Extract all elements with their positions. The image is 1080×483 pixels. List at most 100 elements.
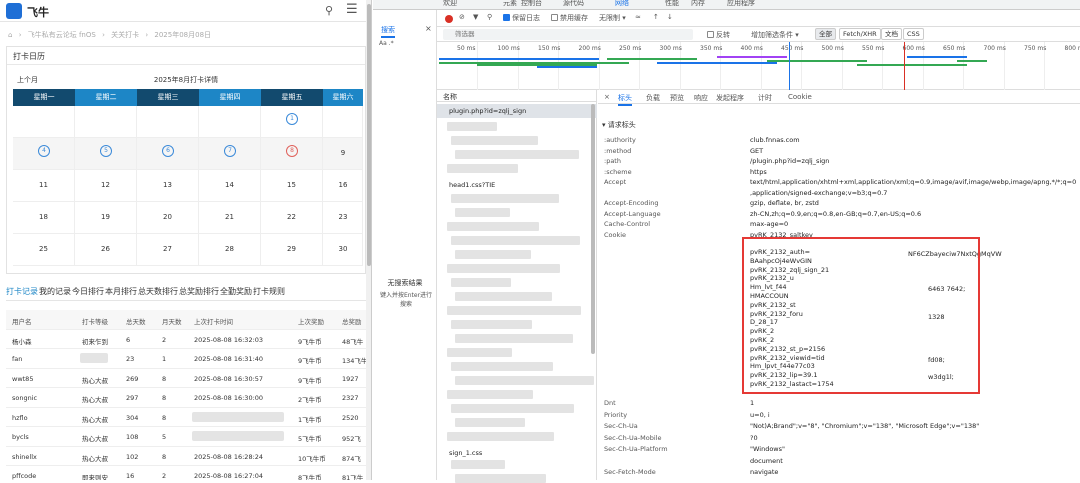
devtools-tab[interactable]: 元素 (503, 0, 517, 8)
request-row[interactable]: plugin.php?id=zqlj_sign (437, 104, 597, 118)
search-icon[interactable]: ⚲ (487, 13, 492, 21)
column-header[interactable]: 打卡等级 (82, 316, 108, 326)
calendar-day-cell[interactable]: 16 (323, 170, 363, 202)
column-header[interactable]: 月天数 (162, 316, 182, 326)
menu-icon[interactable]: ☰ (346, 2, 358, 17)
calendar-day-cell[interactable]: 18 (13, 202, 75, 234)
upload-icon[interactable]: ↑ (653, 13, 659, 21)
column-header[interactable]: 上次奖励 (298, 316, 324, 326)
calendar-day-cell[interactable]: 4 (13, 138, 75, 170)
devtools-tab[interactable]: 源代码 (563, 0, 584, 8)
calendar-day-cell[interactable]: 20 (137, 202, 199, 234)
filter-all[interactable]: 全部 (815, 28, 836, 40)
record-tab[interactable]: 总天数排行 (138, 287, 178, 296)
table-row[interactable]: fan2312025-08-08 16:31:409飞牛币134飞牛 (6, 349, 372, 369)
calendar-day-cell[interactable]: 23 (323, 202, 363, 234)
calendar-day-cell[interactable]: 15 (261, 170, 323, 202)
breadcrumb-item[interactable]: 2025年08月08日 (154, 31, 211, 39)
search-options[interactable]: Aa .* (379, 40, 394, 47)
table-row[interactable]: bycls热心大叔10855飞牛币952飞 (6, 427, 372, 447)
column-header[interactable]: 上次打卡时间 (194, 316, 233, 326)
devtools-tab[interactable]: 欢迎 (443, 0, 457, 8)
record-tab[interactable]: 打卡规则 (253, 287, 285, 296)
calendar-day-cell[interactable]: 22 (261, 202, 323, 234)
filter-icon[interactable]: ▼ (473, 13, 478, 21)
name-column-header[interactable]: 名称 (437, 90, 597, 102)
calendar-day-cell[interactable] (137, 106, 199, 138)
calendar-day-cell[interactable]: 21 (199, 202, 261, 234)
filter-fetch-xhr[interactable]: Fetch/XHR (839, 28, 881, 40)
devtools-tab[interactable]: 网络 (615, 0, 629, 8)
calendar-day-cell[interactable]: 9 (323, 138, 363, 170)
fnos-logo-icon[interactable] (6, 3, 22, 19)
calendar-day-cell[interactable]: 6 (137, 138, 199, 170)
record-tab[interactable]: 本月排行 (105, 287, 137, 296)
prev-month-link[interactable]: 上个月 (17, 75, 38, 85)
devtools-tab[interactable]: 控制台 (521, 0, 542, 8)
devtools-tab[interactable]: 性能 (665, 0, 679, 8)
checkbox-icon[interactable] (551, 14, 558, 21)
request-row[interactable]: sign_1.css (437, 446, 597, 460)
calendar-day-cell[interactable]: 26 (75, 234, 137, 266)
record-icon[interactable] (445, 15, 453, 23)
calendar-day-cell[interactable]: 27 (137, 234, 199, 266)
devtools-tab[interactable]: 应用程序 (727, 0, 755, 8)
clear-icon[interactable]: ⊘ (459, 13, 465, 21)
breadcrumb-item[interactable]: 飞牛私有云论坛 fnOS (28, 31, 96, 39)
column-header[interactable]: 总天数 (126, 316, 146, 326)
home-icon[interactable]: ⌂ (8, 31, 12, 39)
search-icon[interactable]: ⚲ (325, 4, 333, 17)
calendar-day-cell[interactable]: 8 (261, 138, 323, 170)
calendar-day-cell[interactable] (75, 106, 137, 138)
record-tab[interactable]: 今日排行 (72, 287, 104, 296)
request-row[interactable]: head1.css?TIE (437, 178, 597, 192)
calendar-day-cell[interactable] (323, 106, 363, 138)
filter-input[interactable]: 筛选器 (443, 29, 693, 40)
scrollbar-thumb[interactable] (367, 4, 371, 266)
table-row[interactable]: 杨小森初来乍到622025-08-08 16:32:039飞牛币48飞牛 (6, 330, 372, 350)
calendar-day-cell[interactable]: 30 (323, 234, 363, 266)
checkbox-icon[interactable] (707, 31, 714, 38)
search-tab[interactable]: 搜索 (381, 25, 395, 38)
breadcrumb-item[interactable]: 关关打卡 (111, 31, 139, 39)
calendar-day-cell[interactable] (13, 106, 75, 138)
table-row[interactable]: pffcode即来则安1622025-08-08 16:27:048飞牛币81飞… (6, 466, 372, 480)
calendar-day-cell[interactable]: 14 (199, 170, 261, 202)
calendar-day-cell[interactable]: 28 (199, 234, 261, 266)
wifi-icon[interactable]: ≈ (635, 13, 641, 21)
column-header[interactable]: 用户名 (12, 316, 32, 326)
calendar-day-cell[interactable]: 12 (75, 170, 137, 202)
filter-doc[interactable]: 文档 (881, 28, 902, 40)
column-header[interactable]: 总奖励 (342, 316, 362, 326)
checkbox-checked-icon[interactable] (503, 14, 510, 21)
calendar-day-cell[interactable]: 1 (261, 106, 323, 138)
record-tab[interactable]: 打卡记录 (6, 287, 38, 296)
site-name[interactable]: 飞牛 (27, 4, 49, 20)
calendar-day-cell[interactable]: 5 (75, 138, 137, 170)
devtools-tab[interactable]: 内存 (691, 0, 705, 8)
download-icon[interactable]: ↓ (667, 13, 673, 21)
throttle-select[interactable]: 无限制 ▾ (599, 13, 626, 23)
calendar-day-cell[interactable]: 13 (137, 170, 199, 202)
table-row[interactable]: hzflo热心大叔30481飞牛币2520 (6, 408, 372, 428)
calendar-day-cell[interactable]: 19 (75, 202, 137, 234)
more-filters-dropdown[interactable]: 增加筛选条件 ▾ (751, 30, 799, 40)
table-row[interactable]: wwt85热心大叔26982025-08-08 16:30:579飞牛币1927 (6, 369, 372, 389)
preserve-log-checkbox[interactable]: 保留日志 (503, 13, 540, 23)
table-row[interactable]: shinellx热心大叔10282025-08-08 16:28:2410飞牛币… (6, 447, 372, 467)
calendar-day-cell[interactable]: 25 (13, 234, 75, 266)
record-tab[interactable]: 我的记录 (39, 287, 71, 296)
calendar-day-cell[interactable]: 7 (199, 138, 261, 170)
calendar-day-cell[interactable]: 29 (261, 234, 323, 266)
record-tab[interactable]: 总奖励排行 (179, 287, 219, 296)
record-tab[interactable]: 全勤奖励 (220, 287, 252, 296)
scrollbar-thumb[interactable] (591, 104, 595, 354)
calendar-day-cell[interactable] (199, 106, 261, 138)
table-row[interactable]: songnic热心大叔29782025-08-08 16:30:002飞牛币23… (6, 388, 372, 408)
filter-css[interactable]: CSS (903, 28, 924, 40)
close-icon[interactable]: × (425, 24, 432, 33)
disable-cache-checkbox[interactable]: 禁用缓存 (551, 13, 588, 23)
network-timeline[interactable]: 50 ms100 ms150 ms200 ms250 ms300 ms350 m… (437, 42, 1080, 90)
calendar-day-cell[interactable]: 11 (13, 170, 75, 202)
invert-checkbox[interactable]: 反转 (707, 30, 730, 40)
